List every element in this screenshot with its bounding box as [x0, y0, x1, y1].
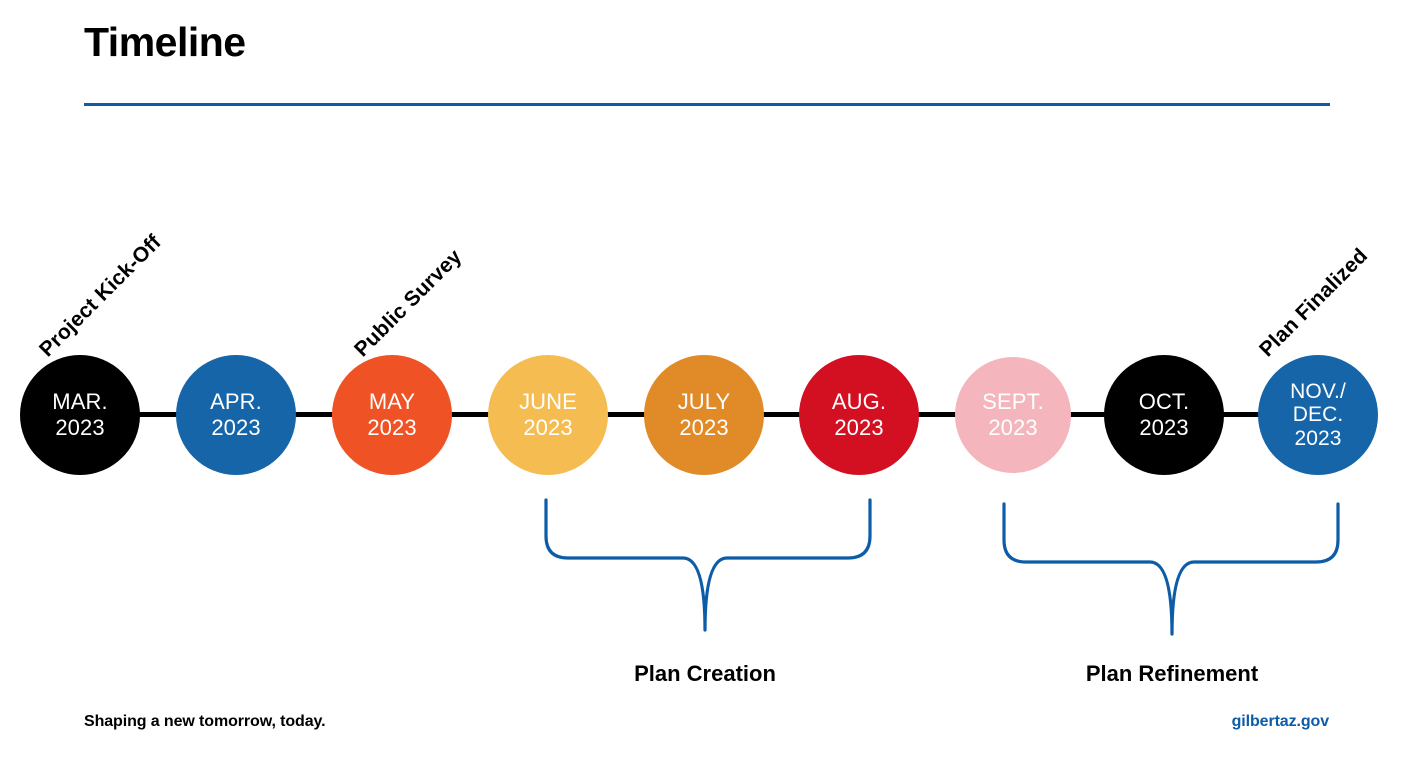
- timeline-node-novdec[interactable]: NOV./ DEC. 2023: [1258, 355, 1378, 475]
- timeline-connector: [760, 412, 803, 417]
- timeline-connector: [1220, 412, 1262, 417]
- timeline-connector: [448, 412, 492, 417]
- milestone-label-plan-finalized: Plan Finalized: [1255, 244, 1373, 362]
- timeline-node-may[interactable]: MAY 2023: [332, 355, 452, 475]
- timeline-node-label: NOV./ DEC. 2023: [1290, 380, 1346, 450]
- milestone-label-project-kick-off: Project Kick-Off: [35, 230, 166, 362]
- timeline-node-label: APR. 2023: [210, 389, 262, 440]
- timeline-node-aug[interactable]: AUG. 2023: [799, 355, 919, 475]
- footer-tagline: Shaping a new tomorrow, today.: [84, 713, 326, 730]
- footer-website[interactable]: gilbertaz.gov: [1232, 713, 1329, 731]
- timeline-node-label: MAR. 2023: [52, 389, 108, 440]
- phase-brace-plan-refinement: [1002, 502, 1340, 636]
- timeline-connector: [292, 412, 336, 417]
- timeline-slide: Timeline MAR. 2023 APR. 2023 MAY 2023 JUNE …: [0, 0, 1413, 761]
- timeline-node-apr[interactable]: APR. 2023: [176, 355, 296, 475]
- phase-caption-plan-creation: Plan Creation: [634, 661, 776, 686]
- timeline-node-june[interactable]: JUNE 2023: [488, 355, 608, 475]
- timeline-node-label: SEPT. 2023: [982, 389, 1044, 440]
- timeline-node-july[interactable]: JULY 2023: [644, 355, 764, 475]
- timeline-connector: [604, 412, 648, 417]
- milestone-label-public-survey: Public Survey: [350, 244, 467, 362]
- timeline-connector: [1067, 412, 1108, 417]
- timeline-connector: [136, 412, 180, 417]
- timeline-node-oct[interactable]: OCT. 2023: [1104, 355, 1224, 475]
- timeline-connector: [915, 412, 959, 417]
- timeline-graphic: MAR. 2023 APR. 2023 MAY 2023 JUNE 2023 JULY …: [0, 0, 1413, 761]
- timeline-node-label: AUG. 2023: [831, 389, 887, 440]
- timeline-node-sept[interactable]: SEPT. 2023: [955, 357, 1071, 473]
- timeline-node-mar[interactable]: MAR. 2023: [20, 355, 140, 475]
- phase-brace-plan-creation: [544, 498, 872, 632]
- timeline-node-label: JUNE 2023: [519, 389, 577, 440]
- timeline-node-label: OCT. 2023: [1138, 389, 1190, 440]
- timeline-node-label: MAY 2023: [367, 389, 417, 440]
- timeline-node-label: JULY 2023: [677, 389, 731, 440]
- phase-caption-plan-refinement: Plan Refinement: [1085, 661, 1259, 686]
